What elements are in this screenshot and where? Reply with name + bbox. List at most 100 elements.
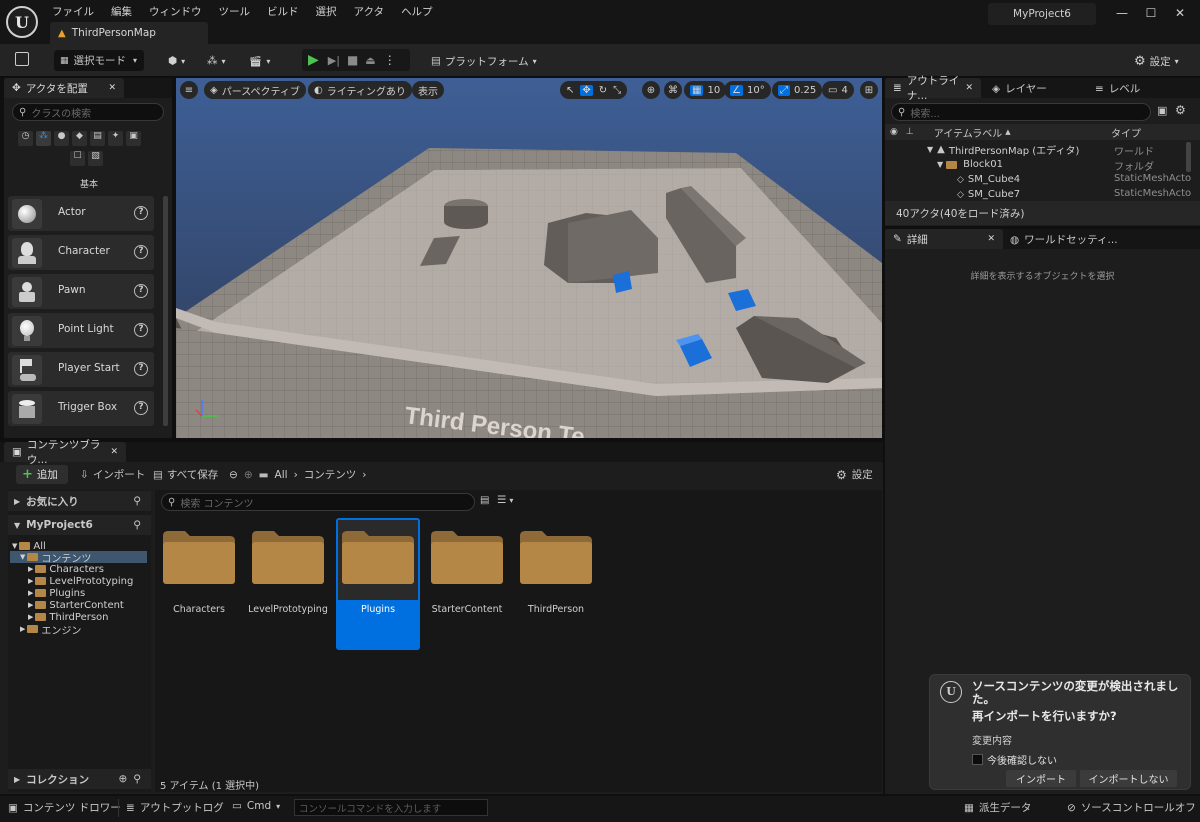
basic-icon[interactable]: ⁂ (36, 131, 51, 146)
actor-item-trigger-box[interactable]: Trigger Box ? (8, 391, 154, 426)
no-import-button[interactable]: インポートしない (1080, 770, 1177, 787)
console-input[interactable]: コンソールコマンドを入力します (294, 799, 488, 816)
all-classes-icon[interactable]: ▧ (88, 151, 103, 166)
derived-data-button[interactable]: ▦ 派生データ (964, 800, 1031, 815)
col-type[interactable]: タイプ (1111, 125, 1141, 140)
rotation-snap-button[interactable]: ∠ 10° (724, 81, 771, 99)
more-options-icon[interactable]: ⋮ (384, 53, 396, 67)
help-icon[interactable]: ? (134, 323, 148, 337)
tree-item-plugins[interactable]: ▶ Plugins (28, 587, 85, 599)
camera-speed-button[interactable]: ▭ 4 (822, 81, 854, 99)
close-icon[interactable]: ✕ (987, 234, 995, 244)
actor-item-point-light[interactable]: Point Light ? (8, 313, 154, 348)
show-button[interactable]: 表示 (412, 81, 444, 99)
search-icon[interactable]: ⚲ (133, 495, 141, 507)
tab-details[interactable]: ✎ 詳細 ✕ (885, 229, 1003, 249)
lighting-button[interactable]: ◐ ライティングあり (308, 81, 412, 99)
close-icon[interactable]: ✕ (110, 447, 118, 457)
actor-item-character[interactable]: Character ? (8, 235, 154, 270)
lights-icon[interactable]: ● (54, 131, 69, 146)
help-icon[interactable]: ? (134, 284, 148, 298)
unreal-logo-icon[interactable]: U (6, 6, 38, 38)
search-icon[interactable]: ⚲ (133, 773, 141, 785)
tab-layers[interactable]: ◈ レイヤー (992, 81, 1047, 96)
save-all-button[interactable]: ▤ すべて保存 (153, 467, 218, 482)
dont-ask-checkbox[interactable]: 今後確認しない (972, 752, 1057, 767)
minimize-icon[interactable]: — (1112, 6, 1132, 24)
back-arrow-icon[interactable]: ⊖ (229, 469, 238, 481)
output-log-button[interactable]: ≣ アウトプットログ (126, 800, 224, 815)
class-search-input[interactable]: ⚲ クラスの検索 (12, 103, 164, 121)
blueprint-button[interactable]: ⁂ ▾ (207, 50, 226, 72)
tab-levels[interactable]: ≡ レベル (1095, 81, 1140, 96)
level-viewport[interactable]: Third Person Te ≡ ◈ パースペクティブ ◐ ライティングあり 表示… (176, 78, 882, 438)
place-actors-scrollbar[interactable] (163, 196, 168, 426)
rotate-icon[interactable]: ↻ (599, 85, 607, 96)
content-settings-button[interactable]: ⚙ 設定 (836, 467, 873, 482)
changes-link[interactable]: 変更内容 (972, 732, 1012, 747)
cmd-dropdown[interactable]: ▭ Cmd ▾ (232, 800, 280, 812)
select-mode-dropdown[interactable]: ▦ 選択モード ▾ (54, 50, 144, 71)
shapes-icon[interactable]: ◆ (72, 131, 87, 146)
pin-icon[interactable]: ⊥ (906, 127, 914, 137)
surface-snap-icon[interactable]: ⌘ (664, 81, 682, 99)
tab-map[interactable]: ▲ ThirdPersonMap (50, 22, 208, 44)
close-icon[interactable]: ✕ (1170, 6, 1190, 24)
actor-item-player-start[interactable]: Player Start ? (8, 352, 154, 387)
new-folder-icon[interactable]: ▣ (1157, 104, 1167, 117)
visual-effects-icon[interactable]: ✦ (108, 131, 123, 146)
tree-item-startercontent[interactable]: ▶ StarterContent (28, 599, 124, 611)
outliner-search-input[interactable]: ⚲ 検索... (891, 103, 1151, 121)
tab-outliner[interactable]: ≣ アウトライナ... ✕ (885, 75, 981, 102)
content-search-input[interactable]: ⚲ 検索 コンテンツ (161, 493, 475, 511)
blue-cube[interactable] (613, 271, 632, 293)
tree-item-engine[interactable]: ▶ エンジン (20, 623, 81, 637)
breadcrumb-all[interactable]: All (275, 469, 288, 481)
menu-edit[interactable]: 編集 (111, 4, 132, 19)
add-actor-button[interactable]: ⬢ ▾ (168, 50, 185, 72)
help-icon[interactable]: ? (134, 206, 148, 220)
grid-snap-button[interactable]: ▦ 10 (684, 81, 727, 99)
cinematics-button[interactable]: 🎬︎ ▾ (249, 50, 270, 72)
import-button[interactable]: ⇩ インポート (80, 467, 145, 482)
forward-arrow-icon[interactable]: ⊕ (244, 469, 253, 481)
world-local-icon[interactable]: ⊕ (642, 81, 660, 99)
menu-file[interactable]: ファイル (52, 4, 94, 19)
perspective-button[interactable]: ◈ パースペクティブ (204, 81, 306, 99)
menu-tools[interactable]: ツール (219, 4, 251, 19)
folder-plugins[interactable] (342, 528, 414, 584)
project-header[interactable]: ▼ MyProject6 ⚲ (8, 515, 151, 535)
scale-icon[interactable]: ⤡ (613, 85, 621, 96)
menu-build[interactable]: ビルド (267, 4, 299, 19)
content-drawer-button[interactable]: ▣ コンテンツ ドロワー (8, 800, 121, 815)
folder-startercontent[interactable] (431, 528, 503, 584)
filter-dropdown[interactable]: ☰ ▾ (497, 494, 513, 506)
geometry-icon[interactable]: ▣ (126, 131, 141, 146)
help-icon[interactable]: ? (134, 362, 148, 376)
folder-levelprototyping[interactable] (252, 528, 324, 584)
advance-frame-icon[interactable]: ▶| (328, 54, 340, 67)
tree-item-content[interactable]: ▼ コンテンツ (10, 551, 147, 565)
help-icon[interactable]: ? (134, 245, 148, 259)
volumes-icon[interactable]: ☐ (70, 151, 85, 166)
tab-place-actors[interactable]: ✥ アクタを配置 ✕ (4, 78, 124, 98)
source-control-button[interactable]: ⊘ ソースコントロールオフ (1067, 800, 1196, 815)
import-button[interactable]: インポート (1006, 770, 1076, 787)
outliner-row[interactable]: ▼ ▲ ThirdPersonMap (エディタ) (927, 142, 1079, 157)
tab-content-browser[interactable]: ▣ コンテンツブラウ... ✕ (4, 439, 126, 466)
cinematic-icon[interactable]: ▤ (90, 131, 105, 146)
collections-header[interactable]: ▶ コレクション ⊕ ⚲ (8, 769, 151, 789)
platform-dropdown[interactable]: ▤ プラットフォーム ▾ (431, 50, 537, 72)
menu-select[interactable]: 選択 (316, 4, 337, 19)
folder-characters[interactable] (163, 528, 235, 584)
stop-icon[interactable]: ■ (347, 53, 358, 67)
actor-item-pawn[interactable]: Pawn ? (8, 274, 154, 309)
actor-item-actor[interactable]: Actor ? (8, 196, 154, 231)
menu-actor[interactable]: アクタ (354, 4, 385, 19)
outliner-row[interactable]: ◇ SM_Cube4 (957, 172, 1020, 187)
select-arrow-icon[interactable]: ↖ (566, 85, 574, 96)
outliner-row[interactable]: ◇ SM_Cube7 (957, 187, 1020, 202)
menu-window[interactable]: ウィンドウ (149, 4, 202, 19)
search-icon[interactable]: ⚲ (133, 519, 141, 531)
eye-icon[interactable]: ◉ (890, 127, 898, 137)
